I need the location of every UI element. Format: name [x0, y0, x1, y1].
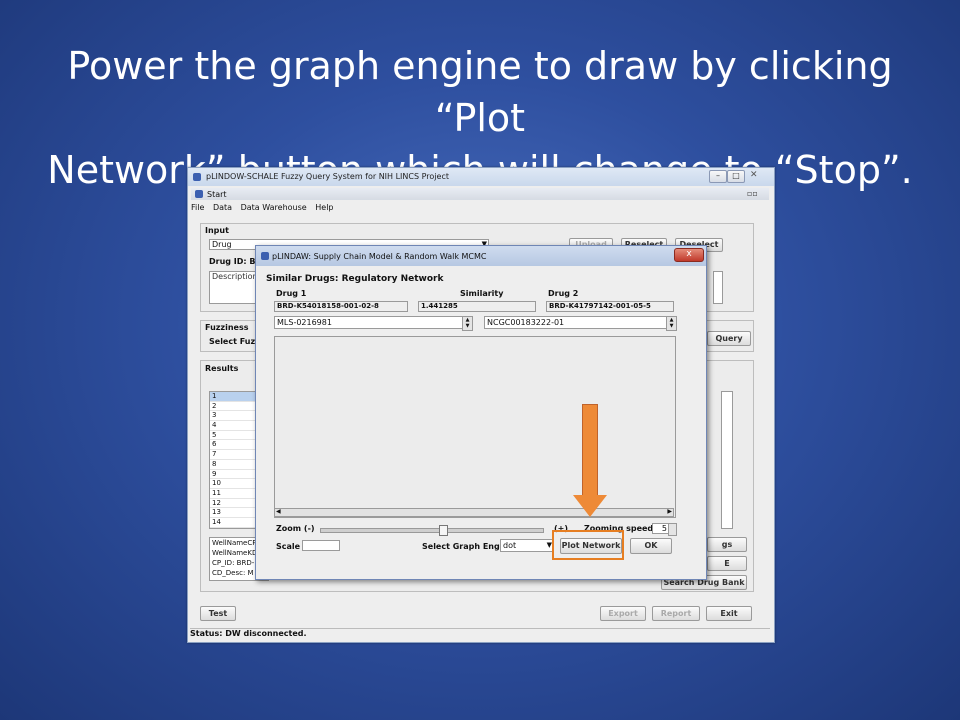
drug2-alt-select[interactable]: NCGC00183222-01	[484, 316, 668, 329]
results-scrollbar[interactable]	[721, 391, 733, 529]
list-item[interactable]: 7	[210, 450, 256, 460]
similarity-field: 1.441285	[418, 301, 536, 312]
drug1-alt-value: MLS-0216981	[277, 318, 332, 327]
dialog-title: pLINDAW: Supply Chain Model & Random Wal…	[272, 252, 487, 261]
drug1-alt-select[interactable]: MLS-0216981	[274, 316, 470, 329]
col-drug2-label: Drug 2	[548, 289, 579, 298]
list-item[interactable]: 3	[210, 411, 256, 422]
app-icon	[193, 173, 201, 181]
zoom-minus-label: Zoom (-)	[276, 524, 315, 533]
frame-icon	[195, 190, 203, 198]
status-bar: Status: DW disconnected.	[190, 628, 770, 640]
results-list[interactable]: 1 2 3 4 5 6 7 8 9 10 11 12 13 14	[209, 391, 257, 529]
graph-engine-select[interactable]: dot ▼	[500, 539, 554, 552]
dialog-icon	[261, 252, 269, 260]
list-item[interactable]: 14	[210, 518, 256, 528]
export-button[interactable]: Export	[600, 606, 646, 621]
list-item[interactable]: 13	[210, 508, 256, 518]
zoom-slider-thumb[interactable]	[439, 525, 449, 536]
inner-frame-title: Start	[207, 190, 227, 199]
zoom-slider[interactable]	[320, 525, 544, 536]
list-item[interactable]: 12	[210, 499, 256, 509]
list-item[interactable]: 8	[210, 460, 256, 470]
list-item[interactable]: 5	[210, 431, 256, 441]
down-arrow-icon	[573, 495, 607, 517]
scroll-left-icon[interactable]: ◀	[276, 508, 281, 515]
fuzziness-panel-label: Fuzziness	[205, 323, 249, 332]
drug-type-value: Drug	[212, 240, 232, 249]
list-item[interactable]: 6	[210, 440, 256, 451]
drug2-alt-value: NCGC00183222-01	[487, 318, 565, 327]
dialog-titlebar: pLINDAW: Supply Chain Model & Random Wal…	[256, 246, 706, 266]
menu-help[interactable]: Help	[315, 203, 333, 212]
exit-button[interactable]: Exit	[706, 606, 752, 621]
network-dialog: pLINDAW: Supply Chain Model & Random Wal…	[255, 245, 707, 580]
drug1-spinner-icon[interactable]: ▲ ▼	[462, 316, 473, 331]
slide-title-line-1: Power the graph engine to draw by clicki…	[67, 44, 893, 140]
list-item[interactable]: 2	[210, 402, 256, 412]
menu-bar: File Data Data Warehouse Help	[191, 203, 769, 215]
drug2-spinner-icon[interactable]: ▲ ▼	[666, 316, 677, 331]
inner-frame-titlebar: Start ▫▫	[191, 188, 769, 200]
drug1-id-field: BRD-K54018158-001-02-8	[274, 301, 408, 312]
menu-data-warehouse[interactable]: Data Warehouse	[241, 203, 307, 212]
report-button[interactable]: Report	[652, 606, 700, 621]
plot-network-highlight-box	[552, 530, 624, 560]
close-icon[interactable]: x	[674, 248, 704, 262]
col-drug1-label: Drug 1	[276, 289, 307, 298]
frame-restore-icon[interactable]: ▫▫	[747, 189, 758, 198]
zooming-speed-spinner-icon[interactable]	[668, 523, 677, 536]
scroll-right-icon[interactable]: ▶	[667, 508, 672, 515]
maximize-icon[interactable]: □	[727, 170, 745, 183]
scale-label: Scale	[276, 542, 301, 551]
window-title: pLINDOW-SCHALE Fuzzy Query System for NI…	[206, 172, 449, 181]
pointer-arrow-shaft	[582, 404, 598, 496]
list-item[interactable]: 9	[210, 470, 256, 480]
window-titlebar: pLINDOW-SCHALE Fuzzy Query System for NI…	[188, 168, 774, 186]
results-panel-label: Results	[205, 364, 239, 373]
ok-button[interactable]: OK	[630, 538, 672, 554]
list-item[interactable]: 11	[210, 489, 256, 499]
list-item[interactable]: 4	[210, 421, 256, 431]
graph-engine-value: dot	[503, 541, 517, 550]
minimize-icon[interactable]: –	[709, 170, 727, 183]
e-button[interactable]: E	[707, 556, 747, 571]
description-scrollbar[interactable]	[713, 271, 723, 304]
dialog-heading: Similar Drugs: Regulatory Network	[266, 274, 444, 284]
description-label: Description:	[212, 272, 261, 281]
drug2-id-field: BRD-K41797142-001-05-5	[546, 301, 674, 312]
list-item[interactable]: 1	[210, 392, 256, 402]
close-icon[interactable]: ✕	[750, 170, 758, 180]
scale-field[interactable]	[302, 540, 340, 551]
menu-data[interactable]: Data	[213, 203, 232, 212]
graph-canvas[interactable]	[274, 336, 676, 518]
graph-horizontal-scrollbar[interactable]: ◀ ▶	[274, 508, 674, 517]
test-button[interactable]: Test	[200, 606, 236, 621]
list-item[interactable]: 10	[210, 479, 256, 489]
drugs-button[interactable]: gs	[707, 537, 747, 552]
menu-file[interactable]: File	[191, 203, 204, 212]
input-panel-label: Input	[205, 226, 229, 235]
col-similarity-label: Similarity	[460, 289, 504, 298]
query-button[interactable]: Query	[707, 331, 751, 346]
